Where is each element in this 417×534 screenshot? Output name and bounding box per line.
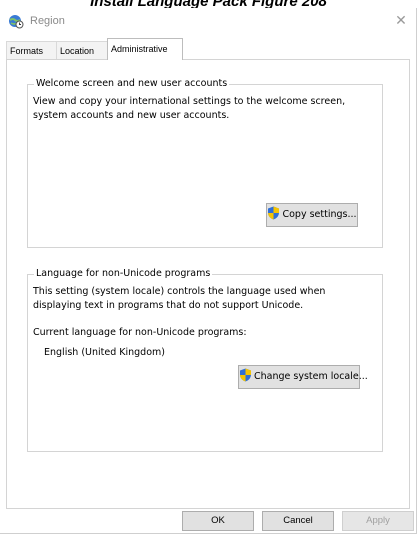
non-unicode-description-line1: This setting (system locale) controls th… [33, 286, 326, 297]
welcome-group-title: Welcome screen and new user accounts [34, 77, 230, 91]
non-unicode-group: Language for non-Unicode programs This s… [27, 267, 383, 452]
apply-button: Apply [342, 511, 414, 531]
current-language-value: English (United Kingdom) [44, 347, 165, 358]
welcome-description-line1: View and copy your international setting… [33, 96, 346, 107]
tab-formats[interactable]: Formats [6, 41, 57, 59]
non-unicode-group-title: Language for non-Unicode programs [34, 267, 213, 281]
change-system-locale-button[interactable]: Change system locale... [238, 365, 368, 389]
welcome-description-line2: system accounts and new user accounts. [33, 110, 230, 121]
ok-button[interactable]: OK [182, 511, 254, 531]
administrative-panel: Welcome screen and new user accounts Vie… [6, 59, 410, 509]
title-bar: Region ✕ [0, 8, 416, 34]
change-system-locale-label: Change system locale... [254, 371, 368, 382]
cancel-button[interactable]: Cancel [262, 511, 334, 531]
uac-shield-icon [267, 206, 280, 220]
tab-location[interactable]: Location [56, 41, 108, 59]
welcome-screen-group: Welcome screen and new user accounts Vie… [27, 77, 383, 248]
close-icon[interactable]: ✕ [392, 11, 410, 29]
current-language-label: Current language for non-Unicode program… [33, 327, 247, 338]
non-unicode-description-line2: displaying text in programs that do not … [33, 300, 304, 311]
region-dialog: Region ✕ Formats Location Administrative… [0, 8, 417, 534]
globe-clock-icon [8, 13, 24, 29]
copy-settings-label: Copy settings... [282, 209, 357, 220]
uac-shield-icon [239, 368, 252, 382]
window-title: Region [30, 15, 65, 27]
copy-settings-button[interactable]: Copy settings... [266, 203, 358, 227]
tab-administrative[interactable]: Administrative [107, 38, 183, 60]
